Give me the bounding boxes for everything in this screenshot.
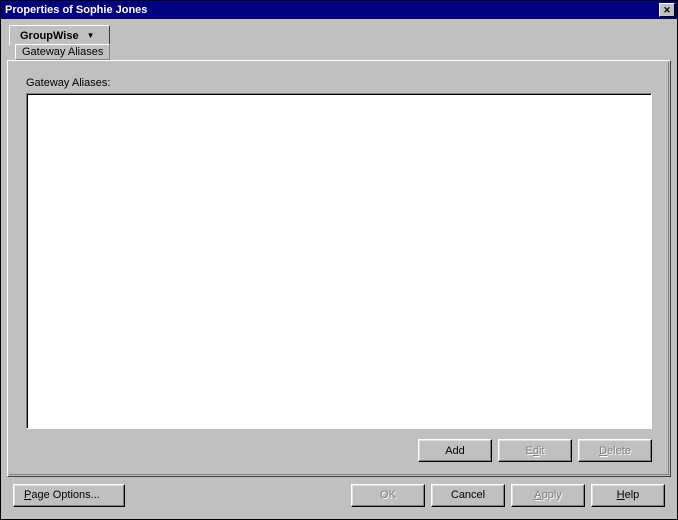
gateway-aliases-list[interactable] [26, 93, 652, 429]
tab-area: GroupWise ▼ Gateway Aliases [7, 25, 671, 61]
tab-group: GroupWise ▼ Gateway Aliases [9, 25, 110, 60]
properties-window: Properties of Sophie Jones ✕ GroupWise ▼… [0, 0, 678, 520]
content-area: GroupWise ▼ Gateway Aliases Gateway Alia… [1, 19, 677, 519]
tab-gateway-aliases[interactable]: Gateway Aliases [15, 44, 110, 60]
edit-button: Edit [498, 439, 572, 462]
tab-groupwise[interactable]: GroupWise ▼ [9, 25, 110, 45]
tab-groupwise-label: GroupWise [20, 30, 79, 42]
gateway-aliases-label: Gateway Aliases: [26, 77, 652, 89]
close-button[interactable]: ✕ [659, 3, 675, 17]
chevron-down-icon: ▼ [87, 31, 95, 40]
panel-buttons: Add Edit Delete [26, 439, 652, 462]
cancel-button[interactable]: Cancel [431, 484, 505, 507]
ok-button: OK [351, 484, 425, 507]
window-title: Properties of Sophie Jones [5, 4, 147, 16]
tab-gateway-aliases-label: Gateway Aliases [22, 46, 103, 58]
titlebar: Properties of Sophie Jones ✕ [1, 1, 677, 19]
apply-button: Apply [511, 484, 585, 507]
help-button[interactable]: Help [591, 484, 665, 507]
add-button[interactable]: Add [418, 439, 492, 462]
bottom-bar: Page Options... OK Cancel Apply Help [7, 477, 671, 513]
panel: Gateway Aliases: Add Edit Delete [7, 60, 671, 477]
page-options-button[interactable]: Page Options... [13, 484, 125, 507]
delete-button: Delete [578, 439, 652, 462]
